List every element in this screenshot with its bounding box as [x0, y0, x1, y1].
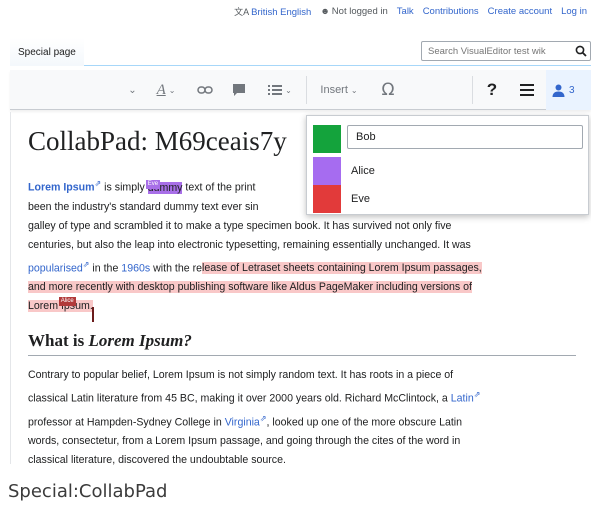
- page-title: CollabPad: M69ceais7y: [28, 126, 287, 156]
- user-row-eve: Eve: [313, 185, 370, 213]
- user-color-swatch: [313, 185, 341, 213]
- text-style-button[interactable]: A ⌄: [146, 70, 186, 110]
- external-link-icon: ⇗: [473, 390, 481, 399]
- self-user-row: [313, 125, 341, 153]
- latin-link[interactable]: Latin: [451, 393, 474, 405]
- special-character-icon[interactable]: Ω: [372, 70, 404, 110]
- user-count: 3: [569, 84, 575, 96]
- section-heading[interactable]: What is Lorem Ipsum?: [28, 331, 576, 356]
- eve-cursor-label: Eve: [145, 179, 161, 189]
- help-icon[interactable]: ?: [476, 70, 508, 110]
- alice-selection-2: and more recently with desktop publishin…: [28, 281, 472, 294]
- virginia-link[interactable]: Virginia: [225, 416, 260, 428]
- tab-special-page[interactable]: Special page: [10, 38, 84, 66]
- search-input[interactable]: [428, 45, 573, 57]
- translate-icon: 文A: [234, 6, 250, 17]
- page-menu-icon[interactable]: [510, 70, 544, 110]
- insert-dropdown[interactable]: Insert ⌄: [310, 70, 368, 110]
- toolbar-separator: [472, 76, 473, 104]
- self-name-input[interactable]: [347, 125, 583, 149]
- search-box[interactable]: [421, 41, 591, 61]
- paragraph-1-line-5: popularised⇗ in the 1960s with the relea…: [28, 259, 482, 275]
- paragraph-1-line-7: Lorem Ipsum. Alice: [28, 297, 576, 323]
- undo-icon[interactable]: ⌄: [120, 70, 142, 110]
- popularised-link[interactable]: popularised: [28, 262, 83, 274]
- paragraph-2-line-4: words, consectetur, from a Lorem Ipsum p…: [28, 435, 461, 448]
- self-color-swatch[interactable]: [313, 125, 341, 153]
- alice-cursor-label: Alice: [58, 297, 76, 307]
- editor-toolbar: ⌄ A ⌄ ⌄ Insert ⌄ Ω ? 3: [10, 70, 591, 110]
- user-row-alice: Alice: [313, 157, 375, 185]
- paragraph-1-line-4: centuries, but also the leap into electr…: [28, 238, 471, 251]
- paragraph-2[interactable]: Contrary to popular belief, Lorem Ipsum …: [28, 366, 576, 470]
- decade-link[interactable]: 1960s: [121, 262, 150, 274]
- login-status: ☻ Not logged in: [320, 5, 388, 17]
- talk-link[interactable]: Talk: [397, 6, 414, 17]
- list-icon: [268, 85, 283, 95]
- alice-selection-1: lease of Letraset sheets containing Lore…: [202, 262, 482, 275]
- users-icon: [552, 84, 565, 97]
- list-button[interactable]: ⌄: [260, 70, 300, 110]
- chevron-down-icon: ⌄: [168, 85, 176, 95]
- toolbar-separator: [306, 76, 307, 104]
- lorem-ipsum-link[interactable]: Lorem Ipsum: [28, 182, 95, 194]
- paragraph-1-line-6: and more recently with desktop publishin…: [28, 278, 576, 297]
- tab-row: Special page: [10, 38, 591, 66]
- paragraph-2-line-2: classical Latin literature from 45 BC, m…: [28, 390, 481, 405]
- language-selector[interactable]: 文A British English: [234, 5, 311, 18]
- chevron-down-icon: ⌄: [285, 85, 292, 95]
- login-link[interactable]: Log in: [561, 6, 587, 17]
- collab-users-button[interactable]: 3: [546, 70, 591, 110]
- paragraph-2-line-3: professor at Hampden-Sydney College in V…: [28, 413, 463, 429]
- contributions-link[interactable]: Contributions: [423, 6, 479, 17]
- content-border: [10, 112, 11, 464]
- user-name: Eve: [351, 193, 370, 205]
- user-name: Alice: [351, 165, 375, 177]
- alice-cursor-line: [91, 307, 94, 323]
- link-icon[interactable]: [190, 70, 220, 110]
- user-color-swatch: [313, 157, 341, 185]
- paragraph-1-line-3: galley of type and scrambled it to make …: [28, 219, 452, 232]
- create-account-link[interactable]: Create account: [488, 6, 552, 17]
- personal-tools: 文A British English ☻ Not logged in Talk Co…: [234, 4, 587, 18]
- text-style-icon: A: [156, 81, 166, 98]
- comment-icon[interactable]: [224, 70, 254, 110]
- user-icon: ☻: [320, 5, 330, 16]
- search-icon[interactable]: [575, 45, 587, 57]
- paragraph-2-line-5: classical literature, discovered the und…: [28, 454, 286, 467]
- external-link-icon: ⇗: [259, 413, 267, 423]
- paragraph-2-line-1: Contrary to popular belief, Lorem Ipsum …: [28, 369, 454, 381]
- chevron-down-icon: ⌄: [350, 85, 358, 95]
- page-caption: Special:CollabPad: [8, 481, 168, 502]
- collab-users-popup: Alice Eve: [306, 115, 589, 215]
